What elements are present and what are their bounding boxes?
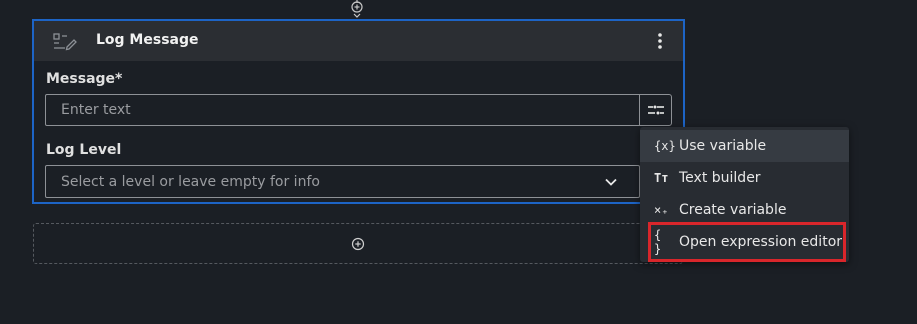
log-level-select[interactable]: Select a level or leave empty for info <box>45 165 640 198</box>
menu-item-label: Open expression editor <box>679 234 843 250</box>
create-variable-icon: ×₊ <box>654 203 669 217</box>
menu-item-label: Text builder <box>679 170 761 186</box>
menu-item-use-variable[interactable]: {x} Use variable <box>640 130 849 162</box>
log-level-label: Log Level <box>46 142 122 158</box>
input-mode-button[interactable] <box>639 94 672 126</box>
log-message-card: Log Message Message* Enter text Log Leve… <box>32 19 685 204</box>
input-mode-menu: {x} Use variable Tт Text builder ×₊ Crea… <box>640 127 849 262</box>
menu-item-text-builder[interactable]: Tт Text builder <box>640 162 849 194</box>
input-options-icon <box>647 105 664 115</box>
expression-icon: { } <box>654 228 662 256</box>
menu-item-label: Use variable <box>679 138 767 154</box>
chevron-down-icon <box>605 178 617 186</box>
menu-item-open-expression-editor[interactable]: { } Open expression editor <box>640 226 849 258</box>
text-builder-icon: Tт <box>654 171 669 185</box>
menu-item-create-variable[interactable]: ×₊ Create variable <box>640 194 849 226</box>
add-step-dropzone[interactable] <box>33 223 683 264</box>
log-message-icon <box>53 33 77 51</box>
log-level-placeholder: Select a level or leave empty for info <box>61 173 320 190</box>
card-title: Log Message <box>96 32 199 48</box>
more-options-icon[interactable] <box>655 31 665 51</box>
message-label: Message* <box>46 71 123 87</box>
message-placeholder: Enter text <box>61 102 131 118</box>
message-input[interactable]: Enter text <box>45 94 640 126</box>
add-icon[interactable] <box>351 237 365 251</box>
card-header: Log Message <box>34 21 683 61</box>
menu-item-label: Create variable <box>679 202 787 218</box>
variable-icon: {x} <box>654 139 676 153</box>
add-step-connector-icon[interactable] <box>350 0 364 20</box>
